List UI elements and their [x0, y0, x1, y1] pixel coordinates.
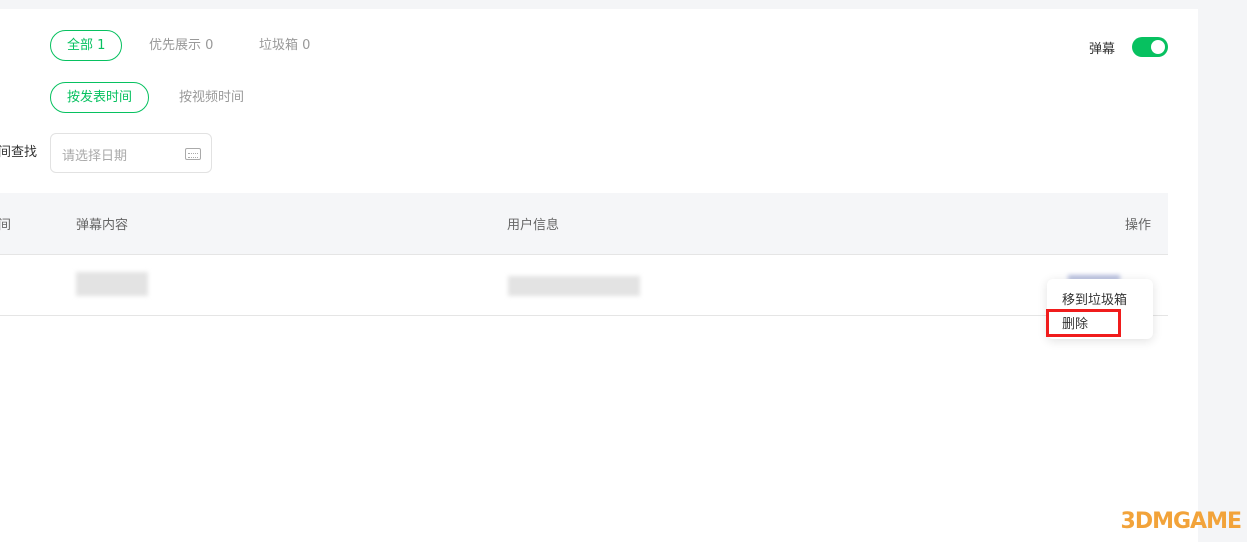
action-menu: 移到垃圾箱 删除	[1046, 279, 1153, 339]
tab-trash[interactable]: 垃圾箱 0	[259, 30, 310, 61]
sort-by-post-time[interactable]: 按发表时间	[50, 82, 150, 113]
tab-all[interactable]: 全部 1	[50, 30, 123, 61]
header-time: 间	[0, 218, 12, 233]
table-row	[0, 255, 1168, 316]
date-placeholder: 请选择日期	[62, 149, 128, 164]
watermark-logo: 3DMGAME	[1120, 509, 1242, 534]
danmaku-toggle[interactable]	[1132, 37, 1168, 57]
date-search-label: 间查找	[0, 145, 38, 160]
tab-priority[interactable]: 优先展示 0	[149, 30, 213, 61]
header-user: 用户信息	[507, 218, 560, 233]
table-header: 间 弹幕内容 用户信息 操作	[0, 193, 1168, 255]
blurred-content	[76, 272, 148, 296]
highlight-box	[1046, 309, 1121, 337]
blurred-user	[508, 276, 640, 296]
menu-item-move-to-trash[interactable]: 移到垃圾箱	[1062, 289, 1127, 308]
danmaku-label: 弹幕	[1089, 42, 1116, 57]
calendar-icon	[185, 148, 201, 160]
date-picker[interactable]: 请选择日期	[50, 133, 212, 173]
header-actions: 操作	[1125, 218, 1152, 233]
header-content: 弹幕内容	[76, 218, 129, 233]
main-panel: 全部 1 优先展示 0 垃圾箱 0 弹幕 按发表时间 按视频时间 间查找 请选择…	[0, 9, 1198, 542]
sort-by-video-time[interactable]: 按视频时间	[179, 82, 244, 113]
